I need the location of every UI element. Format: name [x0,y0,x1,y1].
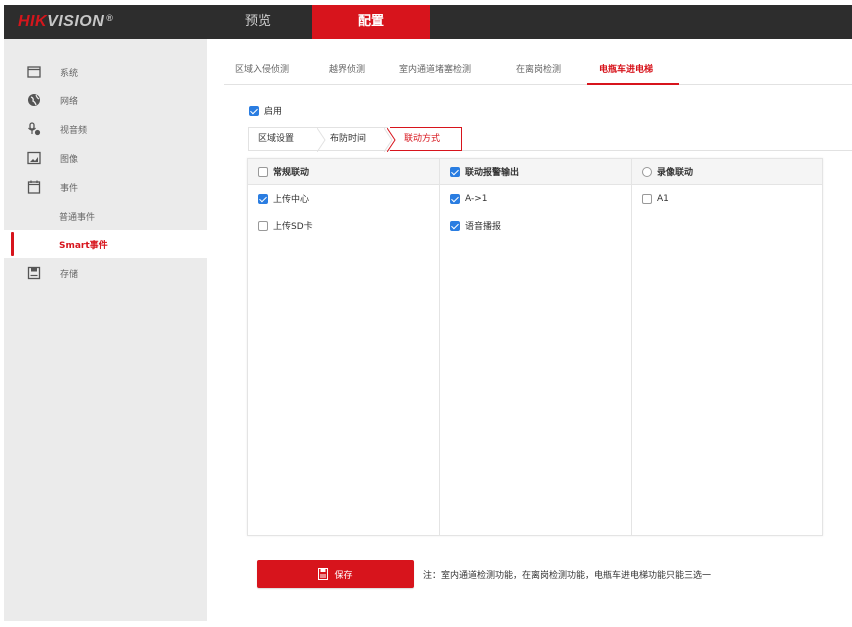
normal-linkage-header-checkbox[interactable]: 常规联动 [248,159,439,185]
alarm-output-header-checkbox[interactable]: 联动报警输出 [440,159,631,185]
sidebar-item-event[interactable]: 事件 [4,173,207,201]
nav-tab-preview[interactable]: 预览 [208,5,308,39]
option-label: 语音播报 [465,222,502,232]
step-label: 区域设置 [258,134,295,144]
option-label: 上传中心 [273,195,310,205]
sidebar-subitem-normal-event[interactable]: 普通事件 [4,202,207,230]
sidebar-item-system[interactable]: 系统 [4,58,207,86]
checkbox-checked[interactable] [258,193,268,204]
active-indicator [11,232,14,256]
checkbox-unchecked[interactable] [258,220,268,231]
option-label: A1 [657,193,669,204]
sidebar-item-label: 存储 [60,269,79,280]
storage-icon [27,266,41,280]
linkage-grid: 常规联动 上传中心 上传SD卡 联动报警输出 A->1 语音播报 录像联动 A1 [247,158,823,536]
tab-line-crossing[interactable]: 越界侦测 [329,62,365,85]
sidebar-subitem-label: 普通事件 [59,213,96,223]
checkbox-unchecked[interactable] [642,166,652,177]
sidebar-subitem-smart-event[interactable]: Smart事件 [4,230,207,258]
sidebar-item-label: 事件 [60,183,79,194]
tab-intrusion-detection[interactable]: 区域入侵侦测 [235,62,289,85]
enable-label: 启用 [264,107,283,117]
tab-on-duty-detection[interactable]: 在离岗检测 [516,62,561,85]
sidebar-item-storage[interactable]: 存储 [4,259,207,287]
upload-sd-card-checkbox[interactable]: 上传SD卡 [248,212,439,239]
tab-ebike-elevator[interactable]: 电瓶车进电梯 [587,62,679,85]
sidebar: 系统 网络 视音频 图像 事件 普通事件 Smart事件 存储 [4,39,207,621]
sidebar-item-label: 系统 [60,68,79,79]
sidebar-item-audio-video[interactable]: 视音频 [4,115,207,143]
logo-brand: HIK [18,13,48,30]
voice-broadcast-checkbox[interactable]: 语音播报 [440,212,631,239]
logo-registered-mark: ® [106,13,114,23]
audio-video-icon [28,122,41,136]
checkbox-checked[interactable] [450,193,460,204]
save-button-label: 保存 [334,570,353,581]
calendar-icon [27,180,41,194]
sidebar-item-image[interactable]: 图像 [4,144,207,172]
sidebar-item-label: 视音频 [60,125,88,136]
image-icon [27,151,41,165]
smart-event-tabs: 区域入侵侦测 越界侦测 室内通道堵塞检测 在离岗检测 电瓶车进电梯 [224,55,852,85]
exclusivity-note: 注：室内通道检测功能，在离岗检测功能，电瓶车进电梯功能只能三选一 [423,571,712,581]
checkbox-unchecked[interactable] [258,166,268,177]
linkage-column-recording: 录像联动 A1 [632,159,822,535]
step-linkage-method[interactable]: 联动方式 [387,127,462,152]
tab-corridor-blockage[interactable]: 室内通道堵塞检测 [399,62,471,85]
hikvision-logo: HIKVISION ® [18,13,113,31]
globe-icon [28,94,40,106]
sidebar-subitem-label: Smart事件 [59,241,108,251]
save-button[interactable]: 保存 [257,560,414,588]
monitor-icon [27,66,41,78]
column-header-label: 常规联动 [273,168,310,178]
linkage-column-normal: 常规联动 上传中心 上传SD卡 [248,159,440,535]
alarm-output-a1-checkbox[interactable]: A->1 [440,185,631,212]
save-icon [318,568,329,580]
nav-tab-configuration[interactable]: 配置 [312,5,430,39]
checkbox-checked[interactable] [450,166,460,177]
config-steps: 区域设置 布防时间 联动方式 [248,127,852,152]
step-area-settings[interactable]: 区域设置 [248,127,326,152]
checkbox-unchecked[interactable] [642,193,652,204]
recording-a1-checkbox[interactable]: A1 [632,185,822,212]
sidebar-item-label: 图像 [60,154,79,165]
option-label: 上传SD卡 [273,222,313,232]
column-header-label: 联动报警输出 [465,168,520,178]
sidebar-item-network[interactable]: 网络 [4,86,207,114]
top-navigation-bar: HIKVISION ® 预览 配置 [4,5,852,39]
option-label: A->1 [465,193,488,204]
chevron-right-icon [387,128,396,152]
upload-center-checkbox[interactable]: 上传中心 [248,185,439,212]
checkbox-checked[interactable] [249,105,259,116]
logo-rest: VISION [47,13,105,30]
step-arming-schedule[interactable]: 布防时间 [318,127,393,152]
column-header-label: 录像联动 [657,168,694,178]
step-label: 联动方式 [404,134,441,144]
checkbox-checked[interactable] [450,220,460,231]
linkage-column-alarm-output: 联动报警输出 A->1 语音播报 [440,159,632,535]
recording-linkage-header-checkbox[interactable]: 录像联动 [632,159,822,185]
enable-checkbox[interactable]: 启用 [249,104,282,117]
step-label: 布防时间 [330,134,367,144]
sidebar-item-label: 网络 [60,96,79,107]
